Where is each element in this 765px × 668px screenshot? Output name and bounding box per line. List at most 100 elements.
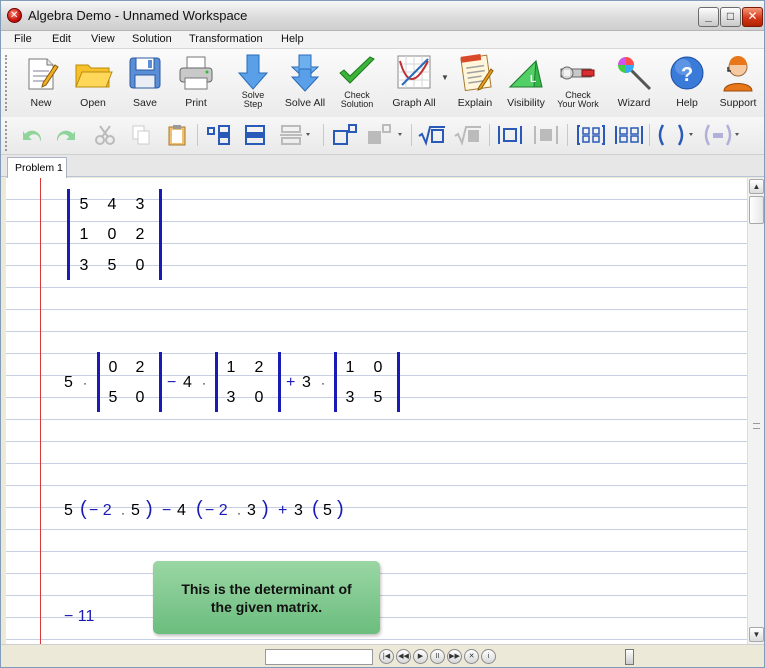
minor3-cell[interactable]: 0 — [370, 358, 386, 378]
help-button[interactable]: ? Help — [665, 51, 709, 115]
menu-solution[interactable]: Solution — [132, 33, 172, 45]
minor2-cell[interactable]: 2 — [251, 358, 267, 378]
matrix-cell[interactable]: 2 — [132, 225, 148, 245]
new-button[interactable]: New — [17, 51, 65, 115]
left-paren: ( — [80, 498, 87, 520]
coefficient[interactable]: 5 — [64, 373, 73, 393]
plus-operator[interactable]: + — [286, 373, 295, 393]
insert-sqrt-icon[interactable] — [417, 124, 447, 146]
stop-close-icon[interactable]: ✕ — [464, 649, 479, 664]
insert-parentheses-icon[interactable] — [653, 124, 699, 146]
insert-power-icon[interactable] — [331, 124, 359, 146]
vertical-scrollbar[interactable]: ▲ ▼ — [747, 178, 764, 644]
minor1-cell[interactable]: 5 — [105, 388, 121, 408]
undo-icon[interactable] — [17, 124, 47, 146]
minus-operator[interactable]: − — [162, 501, 171, 521]
minor1-cell[interactable]: 0 — [105, 358, 121, 378]
scroll-down-icon[interactable]: ▼ — [749, 627, 764, 642]
insert-subscript-icon[interactable] — [365, 124, 405, 146]
graph-all-button[interactable]: Graph All — [388, 51, 440, 115]
insert-stacked-icon[interactable] — [241, 124, 269, 146]
scroll-up-icon[interactable]: ▲ — [749, 179, 764, 194]
scroll-thumb[interactable] — [749, 196, 764, 224]
toolbar-grip[interactable] — [5, 55, 9, 111]
coefficient[interactable]: 4 — [177, 501, 186, 521]
menu-help[interactable]: Help — [281, 33, 304, 45]
plus-operator[interactable]: + — [278, 501, 287, 521]
format-toolbar-grip[interactable] — [5, 121, 9, 151]
minor2-cell[interactable]: 3 — [223, 388, 239, 408]
cut-icon[interactable] — [93, 124, 117, 146]
coefficient[interactable]: 5 — [64, 501, 73, 521]
rewind-icon[interactable]: ◀◀ — [396, 649, 411, 664]
result-value[interactable]: − 11 — [64, 607, 94, 627]
playback-slider[interactable] — [265, 649, 634, 665]
info-icon[interactable]: i — [481, 649, 496, 664]
matrix-cell[interactable]: 3 — [76, 256, 92, 276]
coefficient[interactable]: 4 — [183, 373, 192, 393]
wizard-button[interactable]: Wizard — [611, 51, 657, 115]
open-button[interactable]: Open — [68, 51, 118, 115]
insert-norm-icon[interactable] — [531, 124, 561, 146]
print-button[interactable]: Print — [172, 51, 220, 115]
insert-matrix-icon[interactable] — [575, 124, 607, 146]
negative-number[interactable]: − 2 — [205, 501, 228, 521]
coefficient[interactable]: 3 — [294, 501, 303, 521]
pause-icon[interactable]: II — [430, 649, 445, 664]
matrix-cell[interactable]: 5 — [76, 195, 92, 215]
check-your-work-button[interactable]: Check Your Work — [553, 51, 603, 115]
minor3-cell[interactable]: 1 — [342, 358, 358, 378]
matrix-cell[interactable]: 5 — [104, 256, 120, 276]
negative-number[interactable]: − 2 — [89, 501, 112, 521]
insert-brackets-icon[interactable] — [701, 124, 745, 146]
explain-button[interactable]: Explain — [451, 51, 499, 115]
play-icon[interactable]: ▶ — [413, 649, 428, 664]
copy-icon[interactable] — [129, 124, 153, 146]
fast-forward-icon[interactable]: ▶▶ — [447, 649, 462, 664]
minor2-cell[interactable]: 1 — [223, 358, 239, 378]
graph-dropdown-icon[interactable]: ▼ — [441, 73, 449, 82]
multiply-dot: · — [83, 376, 87, 390]
matrix-cell[interactable]: 0 — [104, 225, 120, 245]
coefficient[interactable]: 3 — [302, 373, 311, 393]
insert-fraction-icon[interactable] — [205, 124, 233, 146]
insert-division-icon[interactable] — [277, 124, 313, 146]
skip-start-icon[interactable]: |◀ — [379, 649, 394, 664]
paste-icon[interactable] — [165, 124, 189, 146]
minus-operator[interactable]: − — [167, 373, 176, 393]
matrix-cell[interactable]: 1 — [76, 225, 92, 245]
save-button[interactable]: Save — [121, 51, 169, 115]
title-bar[interactable]: Algebra Demo - Unnamed Workspace _ □ ✕ — [1, 1, 764, 31]
number[interactable]: 5 — [323, 501, 332, 521]
matrix-cell[interactable]: 3 — [132, 195, 148, 215]
solve-all-button[interactable]: Solve All — [280, 51, 330, 115]
insert-nth-root-icon[interactable] — [453, 124, 483, 146]
check-solution-button[interactable]: Check Solution — [333, 51, 381, 115]
insert-determinant-icon[interactable] — [613, 124, 645, 146]
support-button[interactable]: Support — [714, 51, 762, 115]
playback-slider-handle[interactable] — [625, 649, 634, 665]
number[interactable]: 5 — [131, 501, 140, 521]
minimize-button[interactable]: _ — [698, 7, 719, 27]
redo-icon[interactable] — [51, 124, 81, 146]
minor3-cell[interactable]: 3 — [342, 388, 358, 408]
minor2-cell[interactable]: 0 — [251, 388, 267, 408]
minor1-cell[interactable]: 2 — [132, 358, 148, 378]
minor1-cell[interactable]: 0 — [132, 388, 148, 408]
menu-file[interactable]: File — [14, 33, 32, 45]
solve-step-button[interactable]: Solve Step — [231, 51, 275, 115]
minor3-cell[interactable]: 5 — [370, 388, 386, 408]
number[interactable]: 3 — [247, 501, 256, 521]
menu-edit[interactable]: Edit — [52, 33, 71, 45]
matrix-cell[interactable]: 0 — [132, 256, 148, 276]
save-disk-icon — [129, 57, 161, 89]
insert-abs-icon[interactable] — [495, 124, 525, 146]
close-button[interactable]: ✕ — [742, 7, 763, 27]
menu-transformation[interactable]: Transformation — [189, 33, 263, 45]
menu-view[interactable]: View — [91, 33, 115, 45]
visibility-button[interactable]: L Visibility — [501, 51, 551, 115]
tab-problem-1[interactable]: Problem 1 — [7, 157, 67, 178]
maximize-button[interactable]: □ — [720, 7, 741, 27]
matrix-cell[interactable]: 4 — [104, 195, 120, 215]
tab-bar: Problem 1 — [1, 155, 764, 178]
